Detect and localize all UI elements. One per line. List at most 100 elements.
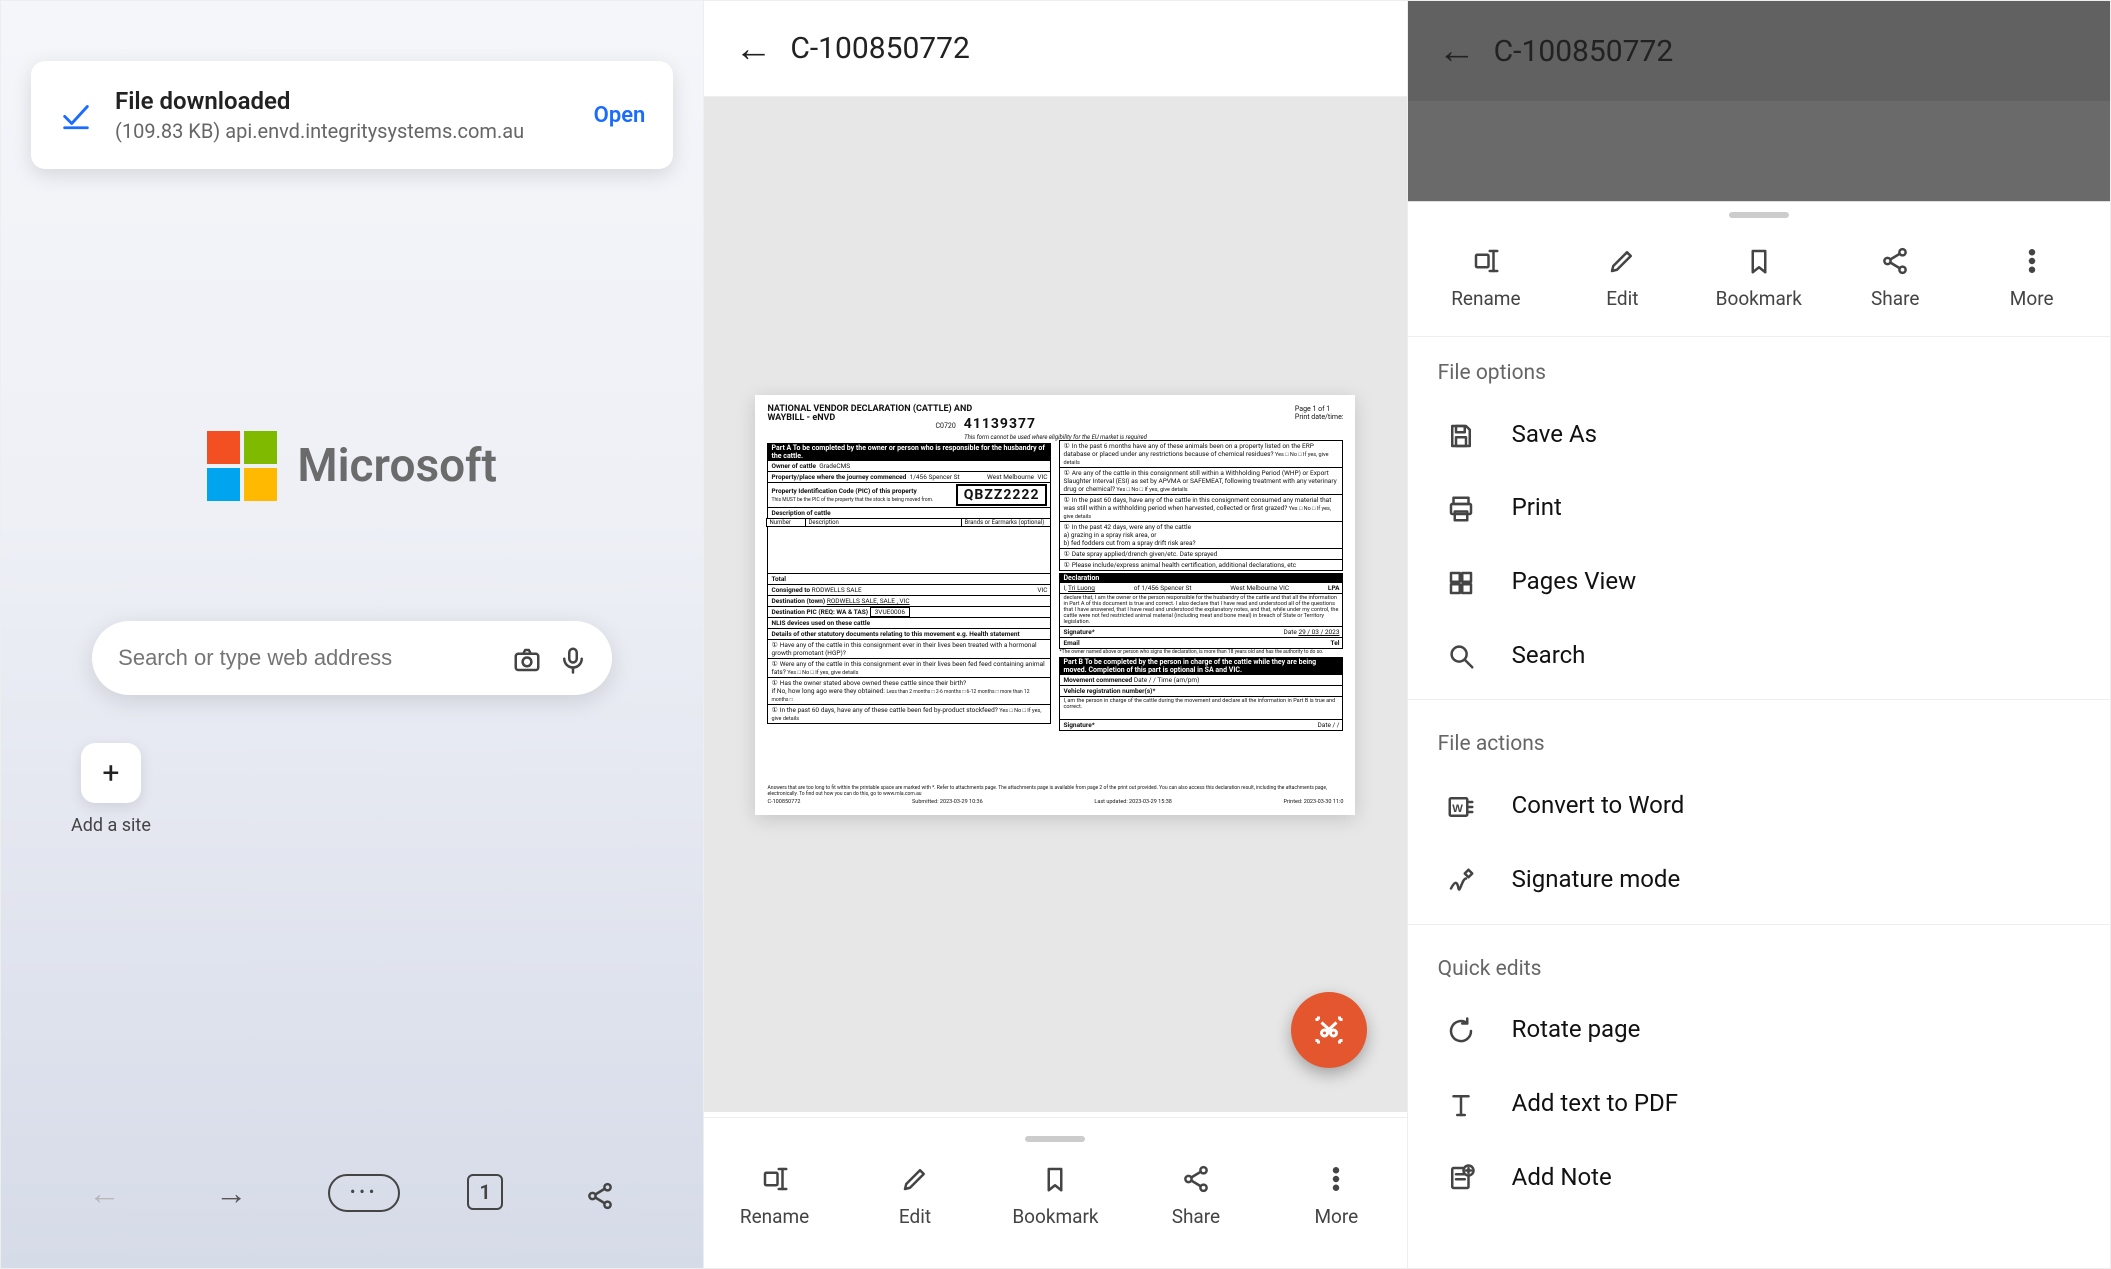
pages-view-row[interactable]: Pages View <box>1408 544 2110 618</box>
journey-state: VIC <box>1037 473 1047 481</box>
qD: In the past 42 days, were any of the cat… <box>1063 523 1191 531</box>
pb-decl: I, am the person in charge of the cattle… <box>1059 696 1343 720</box>
pencil-icon <box>1607 242 1637 277</box>
qA: In the past 6 months have any of these a… <box>1063 442 1328 466</box>
signature-mode-label: Signature mode <box>1512 865 1681 893</box>
camera-icon[interactable] <box>512 641 542 675</box>
more-icon <box>1321 1160 1351 1195</box>
nav-forward-icon[interactable]: → <box>201 1174 261 1212</box>
share-label: Share <box>1871 287 1919 310</box>
bookmark-icon <box>1744 242 1774 277</box>
owner-label: Owner of cattle <box>771 462 816 470</box>
pdf-page[interactable]: NATIONAL VENDOR DECLARATION (CATTLE) AND… <box>755 395 1355 815</box>
check-icon <box>59 98 93 132</box>
sig-date-label: Date <box>1283 628 1296 636</box>
edit-label: Edit <box>1606 287 1638 310</box>
other-docs-label: Details of other statutory documents rel… <box>771 630 1019 638</box>
pdf-viewport[interactable]: NATIONAL VENDOR DECLARATION (CATTLE) AND… <box>704 97 1406 1112</box>
bookmark-button[interactable]: Bookmark <box>1709 242 1809 310</box>
convert-word-row[interactable]: W Convert to Word <box>1408 768 2110 842</box>
download-toast[interactable]: File downloaded (109.83 KB) api.envd.int… <box>31 61 673 169</box>
note-plus-icon <box>1444 1160 1478 1194</box>
rename-icon <box>760 1160 790 1195</box>
crop-fab[interactable] <box>1291 992 1367 1068</box>
back-arrow-icon[interactable]: ← <box>1438 29 1476 73</box>
sig-note: *The owner named above or person who sig… <box>1059 649 1343 655</box>
save-as-label: Save As <box>1512 420 1597 448</box>
add-site-tile[interactable]: + Add a site <box>71 743 151 836</box>
pb-date: Date / / <box>1134 676 1156 684</box>
nav-share-icon[interactable] <box>570 1174 630 1212</box>
dimmed-background[interactable]: ← C-100850772 <box>1408 1 2110 201</box>
edit-button[interactable]: Edit <box>1572 242 1672 310</box>
share-button[interactable]: Share <box>1146 1160 1246 1228</box>
search-input[interactable] <box>116 644 496 672</box>
bookmark-button[interactable]: Bookmark <box>1005 1160 1105 1228</box>
doc-page-label: Page 1 of 1 <box>1295 405 1330 413</box>
decl-addr: 1/456 Spencer St <box>1141 584 1191 592</box>
qDa: a) grazing in a spray risk area, or <box>1063 531 1156 539</box>
save-as-row[interactable]: Save As <box>1408 397 2110 471</box>
download-title: File downloaded <box>115 87 572 115</box>
rename-button[interactable]: Rename <box>725 1160 825 1228</box>
pdf-viewer-screen: ← C-100850772 NATIONAL VENDOR DECLARATIO… <box>704 1 1407 1268</box>
footer-updated: Last updated: 2023-03-29 15:38 <box>1094 799 1172 805</box>
signature-mode-row[interactable]: Signature mode <box>1408 842 2110 916</box>
q4: Were any of the cattle in this consignme… <box>771 660 1044 676</box>
footer-printed: Printed: 2023-03-30 11:0 <box>1284 799 1344 805</box>
q5: Has the owner stated above owned these c… <box>771 679 966 687</box>
more-button[interactable]: More <box>1286 1160 1386 1228</box>
decl-text: declare that, I am the owner or the pers… <box>1059 593 1343 627</box>
nav-back-icon[interactable]: ← <box>74 1174 134 1212</box>
section-file-options: File options <box>1408 337 2110 397</box>
convert-word-label: Convert to Word <box>1512 791 1685 819</box>
q6: In the past 60 days, have any of these c… <box>771 706 1041 722</box>
more-button[interactable]: More <box>1982 242 2082 310</box>
journey-label: Property/place where the journey commenc… <box>771 473 906 481</box>
pb-commenced: Movement commenced <box>1063 676 1132 684</box>
save-icon <box>1444 417 1478 451</box>
back-arrow-icon[interactable]: ← <box>734 27 772 71</box>
print-row[interactable]: Print <box>1408 471 2110 545</box>
add-note-row[interactable]: Add Note <box>1408 1140 2110 1214</box>
svg-text:W: W <box>1452 803 1463 815</box>
action-sheet: Rename Edit Bookmark Share More File opt… <box>1408 201 2110 1268</box>
email-label: Email <box>1063 639 1079 647</box>
microphone-icon[interactable] <box>558 641 588 675</box>
edit-button[interactable]: Edit <box>865 1160 965 1228</box>
consigned-label: Consigned to <box>771 586 810 594</box>
more-icon <box>2017 242 2047 277</box>
nav-menu-icon[interactable]: ••• <box>328 1174 400 1212</box>
decl-name: Tri Luong <box>1068 584 1095 592</box>
pb-time: Time (am/pm) <box>1157 676 1199 684</box>
desc-label: Description of cattle <box>771 509 830 517</box>
search-label: Search <box>1512 641 1586 669</box>
pdf-top-bar: ← C-100850772 <box>704 1 1406 97</box>
footer-submitted: Submitted: 2023-03-29 10:36 <box>912 799 983 805</box>
rotate-page-row[interactable]: Rotate page <box>1408 993 2110 1067</box>
text-icon <box>1444 1086 1478 1120</box>
download-subtitle: (109.83 KB) api.envd.integritysystems.co… <box>115 119 572 143</box>
edit-label: Edit <box>899 1205 931 1228</box>
pic-sub: This MUST be the PIC of the property tha… <box>771 497 933 503</box>
pencil-icon <box>900 1160 930 1195</box>
qF: Please include/express animal health cer… <box>1063 561 1296 569</box>
signature-icon <box>1444 862 1478 896</box>
dest-pic-value: 3VUE0006 <box>870 607 910 617</box>
download-open-button[interactable]: Open <box>594 103 646 128</box>
share-icon <box>1880 242 1910 277</box>
rename-label: Rename <box>1451 287 1520 310</box>
desc-table <box>767 526 1051 574</box>
nav-tab-count[interactable]: 1 <box>467 1174 503 1210</box>
add-text-row[interactable]: Add text to PDF <box>1408 1066 2110 1140</box>
owner-value: GradeCMS <box>819 462 850 470</box>
search-bar[interactable] <box>92 621 612 695</box>
search-row[interactable]: Search <box>1408 618 2110 692</box>
browser-bottom-nav: ← → ••• 1 <box>1 1174 703 1212</box>
bookmark-icon <box>1040 1160 1070 1195</box>
rename-button[interactable]: Rename <box>1436 242 1536 310</box>
dest-label: Destination (town) <box>771 597 825 605</box>
share-button[interactable]: Share <box>1845 242 1945 310</box>
section-quick-edits: Quick edits <box>1408 933 2110 993</box>
drag-handle[interactable] <box>1025 1136 1085 1142</box>
